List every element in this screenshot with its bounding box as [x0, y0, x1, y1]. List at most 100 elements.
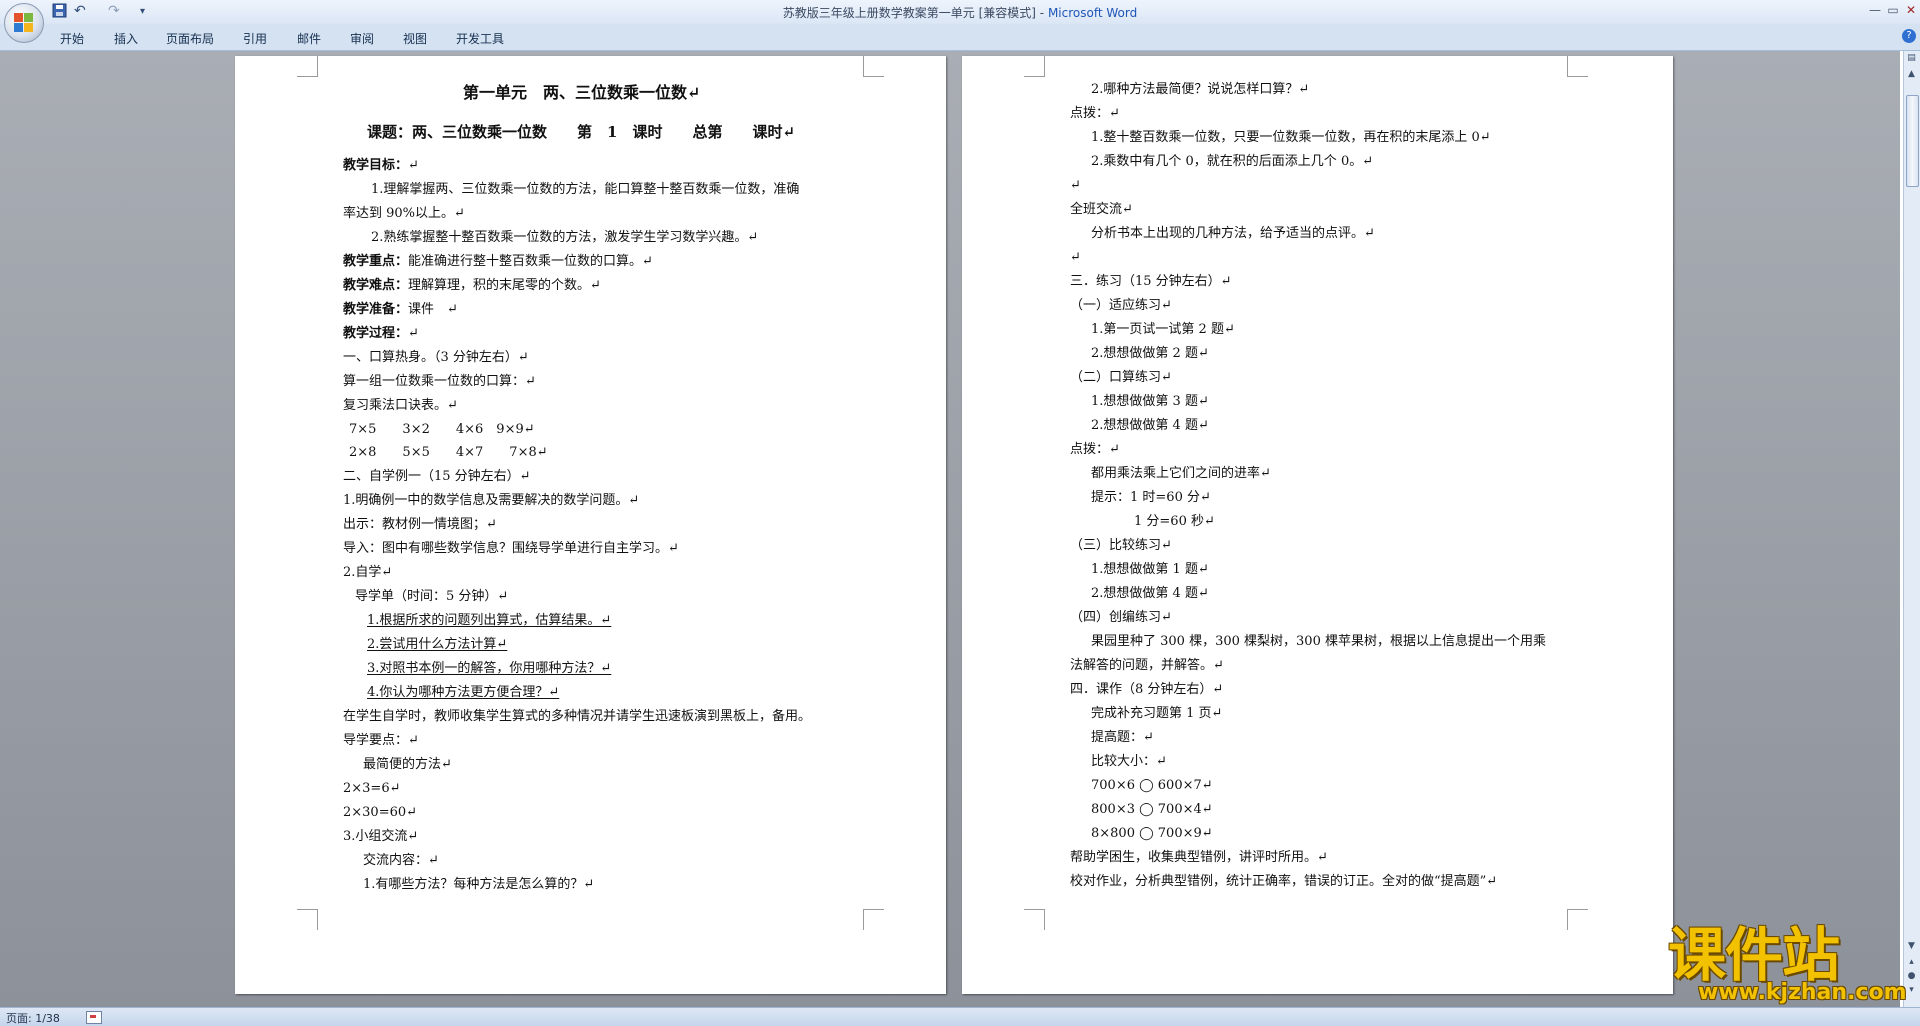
ruler-toggle-icon[interactable]: ▤ [1906, 53, 1917, 64]
text-line: （四）创编练习↵ [1070, 610, 1172, 625]
text-line: 1 分=60 秒↵ [1134, 514, 1215, 529]
text-line: 三．练习（15 分钟左右）↵ [1070, 274, 1232, 289]
text-line: 8×800 ◯ 700×9↵ [1091, 826, 1213, 841]
text-line: 7×5 3×2 4×6 9×9↵ [349, 422, 535, 437]
page-count-status[interactable]: 页面: 1/38 [6, 1010, 60, 1026]
text: ↵ [408, 326, 419, 341]
tab-insert[interactable]: 插入 [114, 30, 138, 47]
text-line: 1.想想做做第 3 题↵ [1091, 394, 1209, 409]
tab-mailings[interactable]: 邮件 [297, 30, 321, 47]
text-line: 2×8 5×5 4×7 7×8↵ [349, 445, 548, 460]
text-line: 二、自学例一（15 分钟左右）↵ [343, 469, 531, 484]
text-line: 导学单（时间：5 分钟）↵ [355, 589, 509, 604]
text-line: 导学要点：↵ [343, 733, 419, 748]
watermark-brand: 课件站 [1668, 921, 1840, 989]
text-line: 完成补充习题第 1 页↵ [1091, 706, 1223, 721]
label: 教学准备： [343, 302, 409, 317]
app-name: Microsoft Word [1047, 6, 1138, 20]
text-line: （一）适应练习↵ [1070, 298, 1172, 313]
margin-mark [863, 56, 884, 77]
tab-home[interactable]: 开始 [60, 30, 84, 47]
office-logo-icon [14, 13, 34, 33]
text-line: 2.自学↵ [343, 565, 393, 580]
text-line: 教学重点：能准确进行整十整百数乘一位数的口算。↵ [343, 254, 653, 270]
text-line: 教学难点：理解算理，积的末尾零的个数。↵ [343, 278, 601, 294]
watermark-url: www.kjzhan.com [1698, 980, 1907, 1005]
margin-mark [297, 56, 318, 77]
margin-mark [1567, 56, 1588, 77]
text-line: 法解答的问题，并解答。↵ [1070, 658, 1224, 673]
text-line: 1.第一页试一试第 2 题↵ [1091, 322, 1235, 337]
title-bar: 苏教版三年级上册数学教案第一单元 [兼容模式] - Microsoft Word… [0, 0, 1920, 24]
previous-page-icon[interactable]: ▴ [1906, 957, 1917, 968]
margin-mark [1567, 909, 1588, 930]
text: 课件 ↵ [408, 302, 458, 317]
tab-references[interactable]: 引用 [243, 30, 267, 47]
tab-developer[interactable]: 开发工具 [456, 30, 504, 47]
text-line: 教学准备：课件 ↵ [343, 302, 458, 318]
quick-access-more-button[interactable]: ▾ [140, 6, 145, 24]
lesson-subtitle: 课题：两、三位数乘一位数 第 1 课时 总第 课时↵ [367, 123, 796, 141]
text: 3.对照书本例一的解答，你用哪种方法？↵ [367, 661, 612, 676]
text-line: 出示：教材例一情境图；↵ [343, 517, 497, 532]
text-line: 校对作业，分析典型错例，统计正确率，错误的订正。全对的做“提高题”↵ [1070, 874, 1498, 889]
tab-view[interactable]: 视图 [403, 30, 427, 47]
text-line: 教学过程：↵ [343, 326, 419, 342]
text-line: 提示：1 时=60 分↵ [1091, 490, 1211, 505]
browse-object-icon[interactable]: ● [1906, 971, 1917, 982]
text-line: 3.对照书本例一的解答，你用哪种方法？↵ [343, 661, 611, 677]
vertical-scrollbar[interactable]: ▤ ▲ ▼ ▴ ● ▾ [1903, 51, 1920, 1007]
text-line: 4.你认为哪种方法更方便合理？↵ [343, 685, 559, 701]
text-line: 2×3=6↵ [343, 781, 401, 796]
text-line: 1.根据所求的问题列出算式，估算结果。↵ [343, 613, 611, 629]
text-line: 全班交流↵ [1070, 202, 1133, 217]
text-line: ↵ [1070, 178, 1081, 193]
text-line: 1.有哪些方法？每种方法是怎么算的？↵ [363, 877, 595, 892]
text-line: （三）比较练习↵ [1070, 538, 1172, 553]
tab-page-layout[interactable]: 页面布局 [166, 30, 214, 47]
save-icon[interactable] [52, 3, 67, 21]
tab-review[interactable]: 审阅 [350, 30, 374, 47]
text: 1.根据所求的问题列出算式，估算结果。↵ [367, 613, 612, 628]
text-line: 2.想想做做第 4 题↵ [1091, 418, 1209, 433]
scroll-down-icon[interactable]: ▼ [1906, 941, 1917, 952]
text-line: 交流内容：↵ [363, 853, 439, 868]
document-page-2[interactable]: 2.哪种方法最简便？说说怎样口算？↵ 点拨：↵ 1.整十整百数乘一位数，只要一位… [962, 56, 1673, 994]
text-line: 复习乘法口诀表。↵ [343, 398, 458, 413]
text-line: 一、口算热身。（3 分钟左右）↵ [343, 350, 529, 365]
text-line: 2.尝试用什么方法计算↵ [343, 637, 507, 653]
proofing-icon[interactable] [86, 1011, 102, 1024]
margin-mark [297, 909, 318, 930]
label: 教学目标： [343, 158, 409, 173]
help-icon[interactable]: ? [1902, 29, 1916, 43]
text: 2.尝试用什么方法计算↵ [367, 637, 508, 652]
text-line: 3.小组交流↵ [343, 829, 419, 844]
scroll-up-icon[interactable]: ▲ [1906, 69, 1917, 80]
text-line: 1.想想做做第 1 题↵ [1091, 562, 1209, 577]
text-line: 2.哪种方法最简便？说说怎样口算？↵ [1091, 82, 1310, 97]
text: 4.你认为哪种方法更方便合理？↵ [367, 685, 560, 700]
close-button[interactable]: ✕ [1898, 0, 1920, 20]
undo-button[interactable]: ↶ [74, 3, 86, 21]
text-line: 导入：图中有哪些数学信息？围绕导学单进行自主学习。↵ [343, 541, 679, 556]
text-line: 2.想想做做第 2 题↵ [1091, 346, 1209, 361]
text-line: 800×3 ◯ 700×4↵ [1091, 802, 1213, 817]
document-page-1[interactable]: 第一单元 两、三位数乘一位数↵ 课题：两、三位数乘一位数 第 1 课时 总第 课… [235, 56, 946, 994]
status-bar: 页面: 1/38 [0, 1007, 1920, 1026]
text-line: 1.明确例一中的数学信息及需要解决的数学问题。↵ [343, 493, 640, 508]
text-line: 点拨：↵ [1070, 106, 1120, 121]
text-line: 比较大小：↵ [1091, 754, 1167, 769]
margin-mark [1024, 909, 1045, 930]
scrollbar-thumb[interactable] [1906, 95, 1919, 187]
text-line: 都用乘法乘上它们之间的进率↵ [1091, 466, 1271, 481]
office-button[interactable] [4, 3, 44, 43]
text-line: 1.理解掌握两、三位数乘一位数的方法，能口算整十整百数乘一位数，准确 [371, 182, 800, 197]
document-title: 苏教版三年级上册数学教案第一单元 [兼容模式] [782, 6, 1036, 20]
title-separator: - [1035, 6, 1048, 20]
text: 能准确进行整十整百数乘一位数的口算。↵ [408, 254, 653, 269]
text-line: 分析书本上出现的几种方法，给予适当的点评。↵ [1091, 226, 1375, 241]
redo-button[interactable]: ↷ [108, 3, 120, 21]
text-line: 700×6 ◯ 600×7↵ [1091, 778, 1213, 793]
page-title: 第一单元 两、三位数乘一位数↵ [463, 83, 701, 102]
next-page-icon[interactable]: ▾ [1906, 985, 1917, 996]
